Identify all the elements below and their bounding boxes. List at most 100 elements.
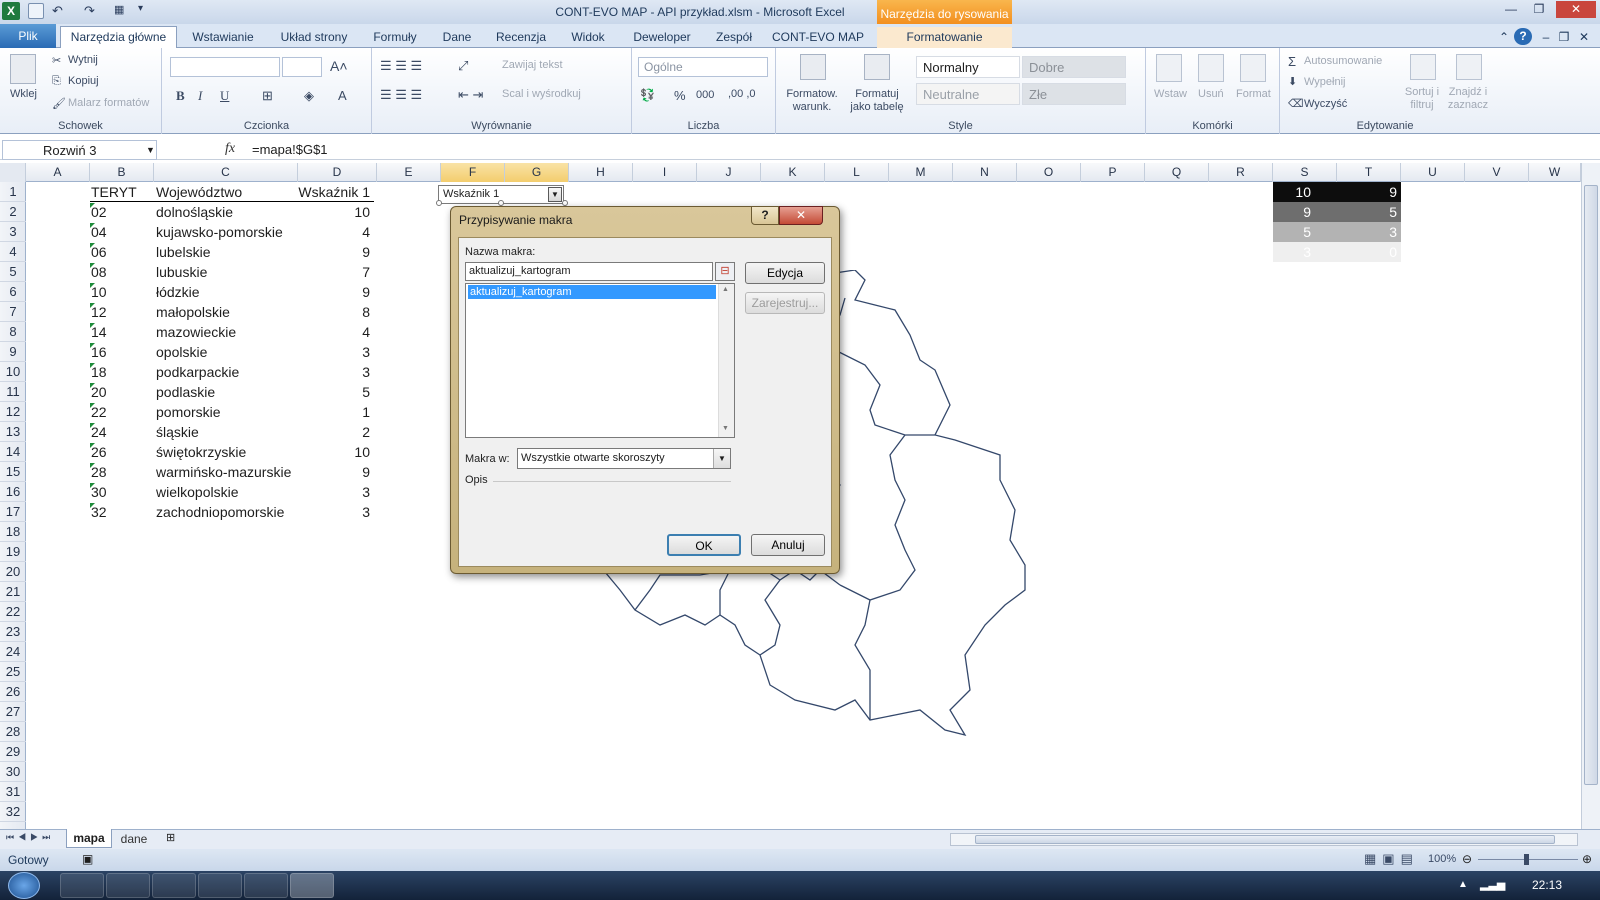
style-bad[interactable]: Złe [1022, 83, 1126, 105]
voivodeship-cell[interactable]: lubelskie [156, 242, 296, 262]
indicator-cell[interactable]: 2 [298, 422, 370, 442]
sheet-nav-arrows-icon[interactable]: ⏮◀▶⏭ [6, 832, 54, 843]
macros-in-dropdown-icon[interactable]: ▼ [713, 449, 730, 468]
header-teryt[interactable]: TERYT [91, 182, 151, 202]
column-header[interactable]: N [953, 163, 1017, 182]
number-format-combo[interactable]: Ogólne [638, 57, 768, 77]
tab-cont-evo-map[interactable]: CONT-EVO MAP [766, 27, 870, 48]
teryt-cell[interactable]: 30 [91, 482, 151, 502]
indicator-cell[interactable]: 4 [298, 222, 370, 242]
help-icon[interactable]: ? [1514, 28, 1532, 45]
column-header[interactable]: H [569, 163, 633, 182]
excel-app-icon[interactable]: X [2, 2, 20, 20]
paste-icon[interactable] [10, 54, 36, 84]
collapse-dialog-icon[interactable]: ⊟ [715, 262, 735, 281]
row-header[interactable]: 5 [0, 262, 26, 282]
voivodeship-cell[interactable]: zachodniopomorskie [156, 502, 296, 522]
word-icon[interactable] [244, 873, 288, 898]
column-header[interactable]: F [441, 163, 505, 182]
voivodeship-cell[interactable]: łódzkie [156, 282, 296, 302]
column-header[interactable]: Q [1145, 163, 1209, 182]
indicator-cell[interactable]: 5 [298, 382, 370, 402]
tab-home[interactable]: Narzędzia główne [60, 26, 177, 49]
cancel-button[interactable]: Anuluj [751, 534, 825, 556]
zoom-level[interactable]: 100% [1428, 853, 1456, 865]
column-header[interactable]: K [761, 163, 825, 182]
formula-input[interactable]: =mapa!$G$1 [252, 142, 328, 157]
indicator-cell[interactable]: 10 [298, 202, 370, 222]
font-name-combo[interactable] [170, 57, 280, 77]
teryt-cell[interactable]: 06 [91, 242, 151, 262]
doc-close-icon[interactable]: ✕ [1576, 27, 1592, 48]
legend-cell[interactable]: 9 [1273, 202, 1337, 222]
cut-button[interactable]: Wytnij [68, 54, 98, 66]
column-header[interactable]: T [1337, 163, 1401, 182]
font-color-icon[interactable]: A [338, 88, 347, 103]
row-header[interactable]: 9 [0, 342, 26, 362]
style-normal[interactable]: Normalny [916, 56, 1020, 78]
tab-page-layout[interactable]: Układ strony [268, 27, 360, 48]
row-header[interactable]: 31 [0, 782, 26, 802]
close-window-icon[interactable]: ✕ [1556, 1, 1596, 18]
header-wojewodztwo[interactable]: Województwo [156, 182, 296, 202]
voivodeship-cell[interactable]: pomorskie [156, 402, 296, 422]
style-neutral[interactable]: Neutralne [916, 83, 1020, 105]
column-header[interactable]: D [298, 163, 377, 182]
format-cells-button[interactable]: Format [1236, 88, 1271, 100]
teryt-cell[interactable]: 24 [91, 422, 151, 442]
row-header[interactable]: 7 [0, 302, 26, 322]
column-header[interactable]: J [697, 163, 761, 182]
scroll-down-icon[interactable]: ▼ [722, 425, 729, 432]
row-header[interactable]: 28 [0, 722, 26, 742]
sheet-tab-mapa[interactable]: mapa [66, 829, 112, 848]
grow-font-icon[interactable]: A˄ [330, 58, 348, 74]
start-button[interactable] [8, 872, 40, 899]
legend-cell[interactable]: 3 [1273, 242, 1337, 262]
merge-center-button[interactable]: Scal i wyśrodkuj [502, 88, 581, 100]
horizontal-scroll-thumb[interactable] [975, 835, 1555, 844]
column-header[interactable]: P [1081, 163, 1145, 182]
row-header[interactable]: 8 [0, 322, 26, 342]
row-header[interactable]: 11 [0, 382, 26, 402]
tab-developer[interactable]: Deweloper [622, 27, 702, 48]
tab-insert[interactable]: Wstawianie [182, 27, 264, 48]
row-header[interactable]: 23 [0, 622, 26, 642]
selection-handle[interactable] [436, 200, 442, 206]
column-header[interactable]: G [505, 163, 569, 182]
row-header[interactable]: 6 [0, 282, 26, 302]
column-header[interactable]: C [154, 163, 298, 182]
row-header[interactable]: 3 [0, 222, 26, 242]
row-header[interactable]: 1 [0, 182, 26, 202]
sort-filter-button[interactable]: Sortuj i filtruj [1398, 86, 1446, 112]
clear-button[interactable]: Wyczyść [1304, 98, 1347, 110]
macro-list-item[interactable]: aktualizuj_kartogram [468, 285, 716, 299]
row-header[interactable]: 21 [0, 582, 26, 602]
tab-data[interactable]: Dane [430, 27, 484, 48]
name-box-dropdown-icon[interactable]: ▼ [146, 145, 155, 155]
format-as-table-button[interactable]: Formatuj jako tabelę [844, 88, 910, 114]
vertical-scroll-thumb[interactable] [1584, 185, 1598, 785]
indicator-cell[interactable]: 1 [298, 402, 370, 422]
row-header[interactable]: 30 [0, 762, 26, 782]
orientation-icon[interactable]: ⤢ [458, 58, 468, 74]
tab-formulas[interactable]: Formuły [364, 27, 426, 48]
indicator-cell[interactable]: 10 [298, 442, 370, 462]
voivodeship-cell[interactable]: lubuskie [156, 262, 296, 282]
view-buttons-icon[interactable]: ▦▣▤ [1364, 851, 1419, 867]
row-header[interactable]: 20 [0, 562, 26, 582]
legend-cell[interactable]: 5 [1337, 202, 1401, 222]
zoom-out-icon[interactable]: ⊖ [1462, 852, 1472, 866]
conditional-format-button[interactable]: Formatow. warunk. [782, 88, 842, 114]
macros-in-select[interactable]: Wszystkie otwarte skoroszyty [517, 448, 731, 469]
insert-function-icon[interactable]: fx [225, 141, 235, 157]
customize-toolbar-icon[interactable]: ▾ [138, 3, 154, 19]
row-header[interactable]: 15 [0, 462, 26, 482]
row-header[interactable]: 26 [0, 682, 26, 702]
column-header[interactable]: M [889, 163, 953, 182]
percent-button[interactable]: % [674, 88, 686, 103]
indicator-cell[interactable]: 3 [298, 342, 370, 362]
horizontal-scrollbar[interactable] [950, 833, 1578, 846]
teryt-cell[interactable]: 20 [91, 382, 151, 402]
indicator-cell[interactable]: 4 [298, 322, 370, 342]
tray-arrow-icon[interactable]: ▲ [1458, 879, 1468, 890]
